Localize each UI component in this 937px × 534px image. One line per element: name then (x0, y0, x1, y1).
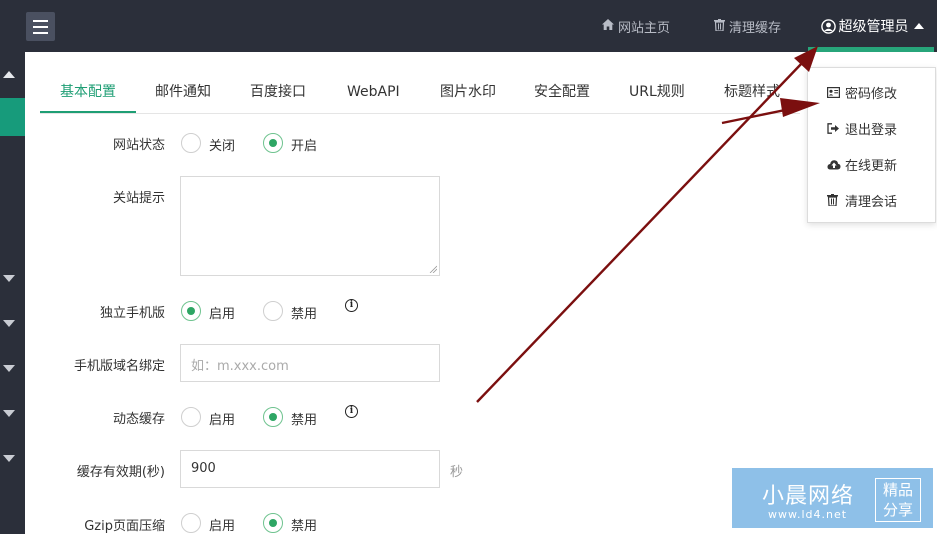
watermark-badge: 精品 分享 (875, 478, 921, 522)
radio-mobile-enable[interactable] (181, 301, 201, 321)
site-home-label: 网站主页 (618, 20, 671, 36)
watermark-url: www.ld4.net (768, 508, 848, 521)
radio-site-open-label: 开启 (291, 139, 318, 154)
top-navbar (0, 0, 937, 52)
radio-mobile-enable-label: 启用 (209, 307, 236, 322)
radio-mobile-disable[interactable] (263, 301, 283, 321)
mobile-site-label: 独立手机版 (99, 306, 165, 321)
id-card-icon (827, 87, 841, 101)
radio-mobile-disable-label: 禁用 (291, 307, 318, 322)
menu-item-label: 密码修改 (845, 87, 898, 102)
info-icon[interactable]: i (345, 299, 358, 312)
resize-grip-icon[interactable] (429, 265, 437, 273)
tab-security[interactable]: 安全配置 (534, 72, 590, 113)
admin-menu-toggle[interactable]: 超级管理员 (810, 0, 934, 52)
close-tip-label: 关站提示 (112, 191, 165, 206)
close-tip-textarea[interactable] (180, 176, 440, 276)
radio-cache-disable-label: 禁用 (291, 413, 318, 428)
watermark-title: 小晨网络 (762, 484, 855, 509)
menu-item-label: 清理会话 (845, 195, 898, 210)
tab-email[interactable]: 邮件通知 (155, 72, 211, 113)
radio-gzip-enable-label: 启用 (209, 519, 236, 534)
radio-site-open[interactable] (263, 133, 283, 153)
expand-down-icon[interactable] (3, 275, 15, 282)
radio-cache-disable[interactable] (263, 407, 283, 427)
radio-gzip-enable[interactable] (181, 513, 201, 533)
user-circle-icon (820, 18, 836, 34)
mobile-domain-input[interactable]: 如：m.xxx.com (180, 344, 440, 382)
tab-webapi[interactable]: WebAPI (347, 72, 400, 113)
radio-gzip-disable[interactable] (263, 513, 283, 533)
admin-label: 超级管理员 (838, 19, 909, 35)
trash-icon (827, 194, 841, 209)
radio-cache-enable[interactable] (181, 407, 201, 427)
trash-icon (714, 18, 725, 34)
menu-item-label: 退出登录 (845, 123, 898, 138)
tab-url-rules[interactable]: URL规则 (629, 72, 685, 113)
caret-up-icon (913, 23, 924, 29)
radio-gzip-disable-label: 禁用 (291, 519, 318, 534)
home-icon (602, 19, 614, 33)
watermark-badge-line2: 分享 (882, 501, 913, 519)
clear-cache-label: 清理缓存 (729, 20, 782, 36)
sign-out-icon (827, 123, 841, 137)
watermark-badge-line1: 精品 (882, 481, 913, 499)
admin-active-indicator (808, 47, 934, 52)
menu-item-logout[interactable]: 退出登录 (827, 119, 897, 138)
cache-ttl-input[interactable]: 900 (180, 450, 440, 488)
radio-site-close-label: 关闭 (209, 139, 236, 154)
radio-cache-enable-label: 启用 (209, 413, 236, 428)
dynamic-cache-label: 动态缓存 (112, 412, 165, 427)
tab-basic[interactable]: 基本配置 (40, 72, 136, 113)
tab-watermark[interactable]: 图片水印 (440, 72, 496, 113)
radio-site-close[interactable] (181, 133, 201, 153)
tab-baidu[interactable]: 百度接口 (250, 72, 306, 113)
menu-item-label: 在线更新 (845, 159, 898, 174)
config-tabs: 基本配置 邮件通知 百度接口 WebAPI 图片水印 安全配置 URL规则 标题… (40, 72, 800, 114)
cache-ttl-value: 900 (191, 461, 216, 476)
tab-title-style[interactable]: 标题样式 (724, 72, 780, 113)
site-home-link[interactable]: 网站主页 (602, 0, 670, 52)
clear-cache-link[interactable]: 清理缓存 (714, 0, 781, 52)
cache-ttl-label: 缓存有效期(秒) (76, 465, 165, 480)
hamburger-icon[interactable] (26, 12, 55, 41)
mobile-domain-label: 手机版域名绑定 (73, 359, 165, 374)
mobile-domain-placeholder: 如：m.xxx.com (191, 359, 289, 374)
sidebar-active-item[interactable] (0, 98, 25, 136)
gzip-label: Gzip页面压缩 (84, 519, 165, 534)
site-status-label: 网站状态 (112, 138, 165, 153)
admin-dropdown-menu: 密码修改 退出登录 在线更新 清理会话 (807, 67, 936, 223)
cloud-upload-icon (827, 159, 841, 173)
cache-ttl-unit: 秒 (450, 465, 464, 480)
info-icon[interactable]: i (345, 405, 358, 418)
menu-item-clear-session[interactable]: 清理会话 (827, 191, 897, 210)
collapse-up-icon[interactable] (3, 71, 15, 78)
menu-item-change-password[interactable]: 密码修改 (827, 83, 897, 102)
watermark-logo: 小晨网络 www.ld4.net 精品 分享 (732, 468, 933, 528)
menu-item-online-update[interactable]: 在线更新 (827, 155, 897, 174)
expand-down-icon[interactable] (3, 320, 15, 327)
